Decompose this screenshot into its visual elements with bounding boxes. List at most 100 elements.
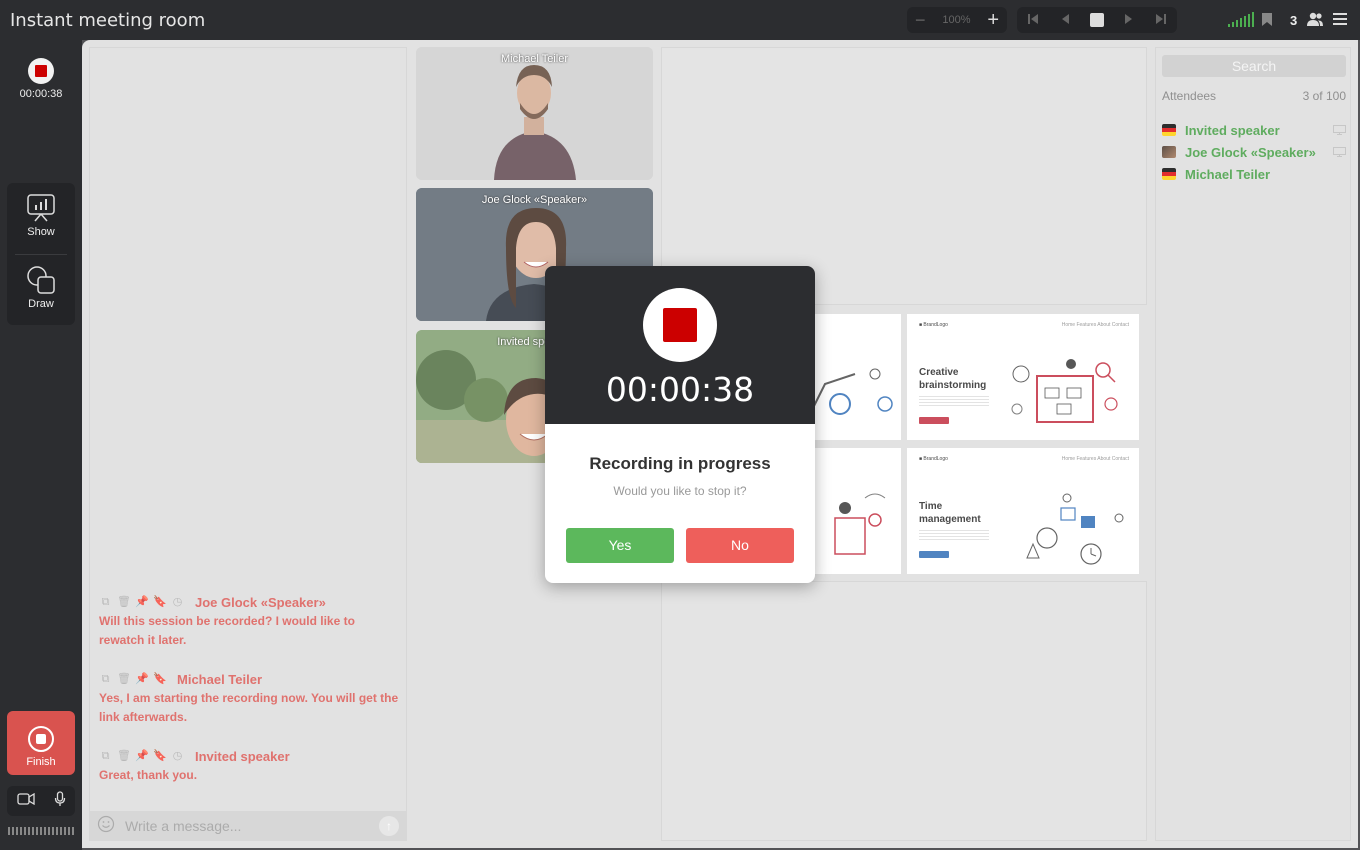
delete-icon[interactable]: 🗑 [117, 750, 131, 763]
delete-icon[interactable]: 🗑 [117, 596, 131, 609]
video-name: Michael Teiler [500, 53, 569, 65]
attendee-name: Invited speaker [1185, 122, 1280, 138]
avatar-icon [1162, 146, 1176, 158]
record-stop-icon [28, 58, 54, 84]
message-input[interactable]: Write a message... [125, 818, 379, 834]
brainstorm-illustration [1011, 359, 1118, 423]
stop-presentation-icon[interactable] [1089, 13, 1104, 27]
slide-logo: ■ BrandLogo [919, 456, 948, 462]
zoom-control: − 100% + [907, 7, 1007, 33]
bookmark-icon[interactable]: 🔖 [153, 673, 167, 686]
attendee-row[interactable]: Joe Glock «Speaker» [1162, 143, 1346, 161]
zoom-level: 100% [942, 14, 971, 26]
bookmark-icon[interactable]: 🔖 [153, 750, 167, 763]
recording-dialog: 00:00:38 Recording in progress Would you… [545, 266, 815, 583]
copy-icon[interactable]: ⧉ [99, 750, 112, 763]
attendees-panel: Search Attendees 3 of 100 Invited speake… [1155, 47, 1351, 841]
first-slide-icon[interactable] [1027, 13, 1039, 28]
audio-level-meter [8, 827, 74, 835]
flag-germany-icon [1162, 124, 1176, 136]
finish-button[interactable]: Finish [7, 711, 75, 775]
bookmark-icon[interactable] [1261, 12, 1273, 32]
attendee-name: Joe Glock «Speaker» [1185, 144, 1316, 160]
emoji-icon[interactable] [97, 815, 115, 838]
send-button[interactable]: ↑ [379, 816, 399, 836]
dialog-subtitle: Would you like to stop it? [613, 484, 747, 498]
attendees-label: Attendees [1162, 89, 1217, 103]
attendees-header: Attendees 3 of 100 [1162, 89, 1346, 103]
next-slide-icon[interactable] [1124, 13, 1134, 28]
presentation-icon [27, 194, 55, 222]
video-name: Joe Glock «Speaker» [481, 194, 588, 206]
attendee-row[interactable]: Michael Teiler [1162, 165, 1346, 183]
zoom-in-button[interactable]: + [987, 9, 999, 32]
finish-icon [28, 726, 54, 752]
slide-nav: Home Features About Contact [1061, 456, 1129, 462]
message-composer: Write a message... ↑ [89, 811, 407, 841]
message-text: Yes, I am starting the recording now. Yo… [99, 691, 399, 724]
delete-icon[interactable]: 🗑 [117, 673, 131, 686]
show-button[interactable]: Show [7, 193, 75, 238]
slide-title: Creative brainstorming [919, 367, 987, 391]
chat-message: ⧉ 🗑 📌 🔖 ◷ Joe Glock «Speaker» Will this … [99, 594, 399, 650]
participant-video [416, 47, 653, 180]
finish-label: Finish [26, 756, 56, 768]
message-text: Great, thank you. [99, 768, 198, 782]
menu-icon[interactable] [1333, 12, 1347, 31]
attendee-row[interactable]: Invited speaker [1162, 121, 1346, 139]
recording-time: 00:00:38 [19, 88, 63, 100]
copy-icon[interactable]: ⧉ [99, 673, 112, 686]
slide-paragraph [919, 396, 989, 406]
dialog-recording-time: 00:00:38 [605, 370, 755, 409]
search-input[interactable]: Search [1162, 55, 1346, 77]
slide-paragraph [919, 530, 989, 540]
copy-icon[interactable]: ⧉ [99, 596, 112, 609]
slide-navigation [1017, 7, 1177, 33]
slide-logo: ■ BrandLogo [919, 322, 948, 328]
bookmark-icon[interactable]: 🔖 [153, 596, 167, 609]
last-slide-icon[interactable] [1155, 13, 1167, 28]
shapes-icon [27, 266, 55, 294]
attendees-count: 3 of 100 [1302, 89, 1346, 103]
prev-slide-icon[interactable] [1060, 13, 1070, 28]
no-button[interactable]: No [686, 528, 794, 563]
pin-icon[interactable]: 📌 [135, 596, 149, 609]
video-tile[interactable]: Michael Teiler [416, 47, 653, 180]
dialog-buttons: Yes No [566, 528, 794, 563]
message-author: Michael Teiler [177, 671, 263, 687]
slide-button [919, 551, 949, 558]
participants-icon[interactable] [1306, 12, 1324, 32]
slide-nav: Home Features About Contact [1061, 322, 1129, 328]
chat-message: ⧉ 🗑 📌 🔖 Michael Teiler Yes, I am startin… [99, 671, 399, 727]
stage-bottom-area [661, 581, 1147, 841]
participant-count: 3 [1290, 13, 1298, 28]
camera-icon[interactable] [16, 792, 35, 810]
window-title: Instant meeting room [10, 10, 206, 31]
screen-share-icon[interactable] [1333, 125, 1346, 135]
clock-icon[interactable]: ◷ [171, 596, 184, 609]
flag-germany-icon [1162, 168, 1176, 180]
message-author: Joe Glock «Speaker» [195, 594, 326, 610]
microphone-icon[interactable] [54, 790, 66, 812]
dialog-title: Recording in progress [589, 454, 771, 473]
media-controls [7, 786, 75, 816]
screen-share-icon[interactable] [1333, 147, 1346, 157]
signal-strength-icon [1228, 12, 1254, 27]
zoom-out-button[interactable]: − [915, 10, 926, 31]
slide-creative-brainstorming[interactable]: ■ BrandLogo Home Features About Contact … [907, 314, 1139, 440]
tool-panel: Show Draw [7, 183, 75, 325]
recording-indicator[interactable]: 00:00:38 [14, 58, 68, 100]
slide-button [919, 417, 949, 424]
time-illustration [1026, 493, 1124, 565]
stop-recording-icon [643, 288, 717, 362]
show-label: Show [27, 226, 55, 238]
slide-time-management[interactable]: ■ BrandLogo Home Features About Contact … [907, 448, 1139, 574]
clock-icon[interactable]: ◷ [171, 750, 184, 763]
message-author: Invited speaker [195, 748, 290, 764]
dialog-header: 00:00:38 [545, 266, 815, 424]
draw-label: Draw [28, 298, 54, 310]
yes-button[interactable]: Yes [566, 528, 674, 563]
draw-button[interactable]: Draw [7, 265, 75, 310]
pin-icon[interactable]: 📌 [135, 750, 149, 763]
pin-icon[interactable]: 📌 [135, 673, 149, 686]
